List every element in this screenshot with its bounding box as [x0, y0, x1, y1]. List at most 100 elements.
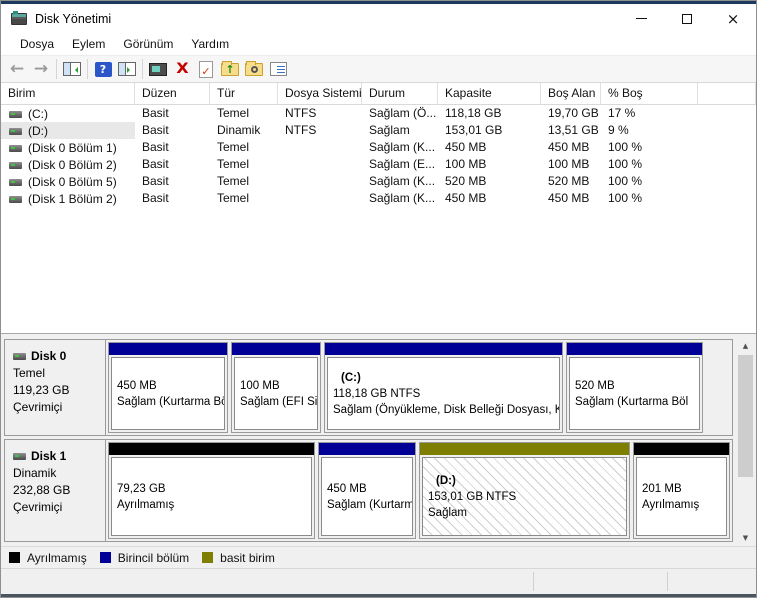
task-list-icon: [269, 62, 287, 76]
partition-recovery-520mb[interactable]: 520 MB Sağlam (Kurtarma Böl: [566, 342, 703, 433]
disk1-info-panel[interactable]: Disk 1 Dinamik 232,88 GB Çevrimiçi: [5, 440, 106, 541]
free-cell: 19,70 GB: [548, 106, 599, 120]
folder-search-button[interactable]: [242, 58, 266, 80]
volume-name-cell: (D:): [1, 122, 135, 139]
table-row[interactable]: (Disk 1 Bölüm 2) Basit Temel Sağlam (K..…: [1, 190, 756, 207]
table-row[interactable]: (Disk 0 Bölüm 1) Basit Temel Sağlam (K..…: [1, 139, 756, 156]
fs-cell: [278, 156, 362, 173]
status-cell: Sağlam (K...: [369, 174, 436, 188]
table-row[interactable]: (Disk 0 Bölüm 5) Basit Temel Sağlam (K..…: [1, 173, 756, 190]
free-cell: 450 MB: [548, 140, 590, 154]
volume-name-cell: (Disk 1 Bölüm 2): [1, 190, 135, 207]
folder-search-icon: [245, 60, 263, 76]
forward-button[interactable]: →: [29, 58, 53, 80]
disk-name: Disk 0: [31, 349, 67, 363]
volume-list-header: Birim Düzen Tür Dosya Sistemi Durum Kapa…: [1, 83, 756, 105]
document-check-icon: ✓: [199, 60, 213, 78]
disk-status: Çevrimiçi: [13, 400, 63, 414]
layout-cell: Basit: [142, 106, 169, 120]
column-header-dosya-sistemi[interactable]: Dosya Sistemi: [278, 83, 362, 105]
vertical-scrollbar[interactable]: ▲ ▼: [737, 337, 754, 546]
close-icon: ×: [726, 9, 740, 28]
disk-type: Dinamik: [13, 466, 57, 480]
layout-cell: Basit: [142, 191, 169, 205]
table-row[interactable]: (Disk 0 Bölüm 2) Basit Temel Sağlam (E..…: [1, 156, 756, 173]
volume-name-cell: (Disk 0 Bölüm 1): [1, 139, 135, 156]
toolbar-separator: [56, 59, 57, 79]
type-cell: Temel: [217, 157, 250, 171]
title-bar[interactable]: Disk Yönetimi ×: [1, 4, 756, 33]
table-row-selected[interactable]: (D:) Basit Dinamik NTFS Sağlam 153,01 GB…: [1, 122, 756, 139]
console-tree-icon: [63, 62, 81, 76]
disk1-partitions: 79,23 GB Ayrılmamış 450 MB Sağlam (Kurtarm…: [106, 440, 732, 541]
legend-swatch-simple: [202, 552, 214, 563]
table-row[interactable]: (C:) Basit Temel NTFS Sağlam (Ö... 118,1…: [1, 105, 756, 122]
export-list-icon: [118, 62, 136, 76]
help-button[interactable]: ?: [91, 58, 115, 80]
volume-icon: [9, 178, 22, 186]
console-tree-button[interactable]: [60, 58, 84, 80]
disk-type: Temel: [13, 366, 46, 380]
partition-recovery-450mb[interactable]: 450 MB Sağlam (Kurtarma Bö: [108, 342, 228, 433]
scroll-down-icon[interactable]: ▼: [737, 529, 754, 546]
partition-color-bar: [420, 443, 629, 455]
legend-bar: Ayrılmamış Birincil bölüm basit birim: [1, 546, 756, 568]
legend-simple-volume: basit birim: [202, 551, 275, 565]
partition-c-drive[interactable]: (C:) 118,18 GB NTFS Sağlam (Önyükleme, Dis…: [324, 342, 563, 433]
volume-icon: [9, 144, 22, 152]
delete-button[interactable]: X: [170, 58, 194, 80]
partition-unallocated-79gb[interactable]: 79,23 GB Ayrılmamış: [108, 442, 315, 539]
column-header-durum[interactable]: Durum: [362, 83, 438, 105]
status-bar: [1, 568, 756, 597]
partition-recovery-450mb-disk1[interactable]: 450 MB Sağlam (Kurtarma: [318, 442, 416, 539]
close-button[interactable]: ×: [710, 4, 756, 33]
volume-icon: [9, 110, 22, 118]
fs-cell: NTFS: [285, 123, 317, 137]
menu-gorunum[interactable]: Görünüm: [114, 34, 182, 54]
volume-icon: [9, 127, 22, 135]
partition-d-drive-selected[interactable]: (D:) 153,01 GB NTFS Sağlam: [419, 442, 630, 539]
layout-cell: Basit: [142, 123, 169, 137]
column-header-kapasite[interactable]: Kapasite: [438, 83, 541, 105]
disk0-row: Disk 0 Temel 119,23 GB Çevrimiçi 450 MB S…: [4, 339, 733, 436]
capacity-cell: 118,18 GB: [445, 106, 502, 120]
capacity-cell: 520 MB: [445, 174, 487, 188]
folder-up-button[interactable]: ↑: [218, 58, 242, 80]
menu-yardim[interactable]: Yardım: [182, 34, 238, 54]
column-header-pct-bos[interactable]: % Boş: [601, 83, 698, 105]
disk-size: 232,88 GB: [13, 483, 71, 497]
partition-color-bar: [232, 343, 320, 355]
properties-icon: [149, 62, 167, 76]
graphical-view: Disk 0 Temel 119,23 GB Çevrimiçi 450 MB S…: [1, 337, 756, 546]
column-header-duzen[interactable]: Düzen: [135, 83, 210, 105]
partition-efi-100mb[interactable]: 100 MB Sağlam (EFI Sis: [231, 342, 321, 433]
properties-button[interactable]: [146, 58, 170, 80]
menu-dosya[interactable]: Dosya: [11, 34, 63, 54]
layout-cell: Basit: [142, 174, 169, 188]
toolbar-separator: [142, 59, 143, 79]
disk-name: Disk 1: [31, 449, 67, 463]
column-header-tur[interactable]: Tür: [210, 83, 278, 105]
column-header-bos-alan[interactable]: Boş Alan: [541, 83, 601, 105]
action-check-button[interactable]: ✓: [194, 58, 218, 80]
disk0-info-panel[interactable]: Disk 0 Temel 119,23 GB Çevrimiçi: [5, 340, 106, 435]
toolbar: ← → ? X ✓ ↑: [1, 55, 756, 83]
task-list-button[interactable]: [266, 58, 290, 80]
disk-status: Çevrimiçi: [13, 500, 63, 514]
column-header-birim[interactable]: Birim: [1, 83, 135, 105]
maximize-button[interactable]: [664, 4, 710, 33]
scrollbar-thumb[interactable]: [738, 355, 753, 477]
legend-primary-partition: Birincil bölüm: [99, 551, 189, 565]
minimize-icon: [635, 18, 647, 19]
back-button[interactable]: ←: [5, 58, 29, 80]
free-cell: 450 MB: [548, 191, 590, 205]
type-cell: Temel: [217, 106, 250, 120]
menu-eylem[interactable]: Eylem: [63, 34, 114, 54]
partition-unallocated-201mb[interactable]: 201 MB Ayrılmamış: [633, 442, 730, 539]
help-icon: ?: [94, 61, 112, 77]
partition-color-bar: [109, 443, 314, 455]
pct-cell: 100 %: [608, 157, 643, 171]
minimize-button[interactable]: [618, 4, 664, 33]
export-list-button[interactable]: [115, 58, 139, 80]
scroll-up-icon[interactable]: ▲: [737, 337, 754, 354]
